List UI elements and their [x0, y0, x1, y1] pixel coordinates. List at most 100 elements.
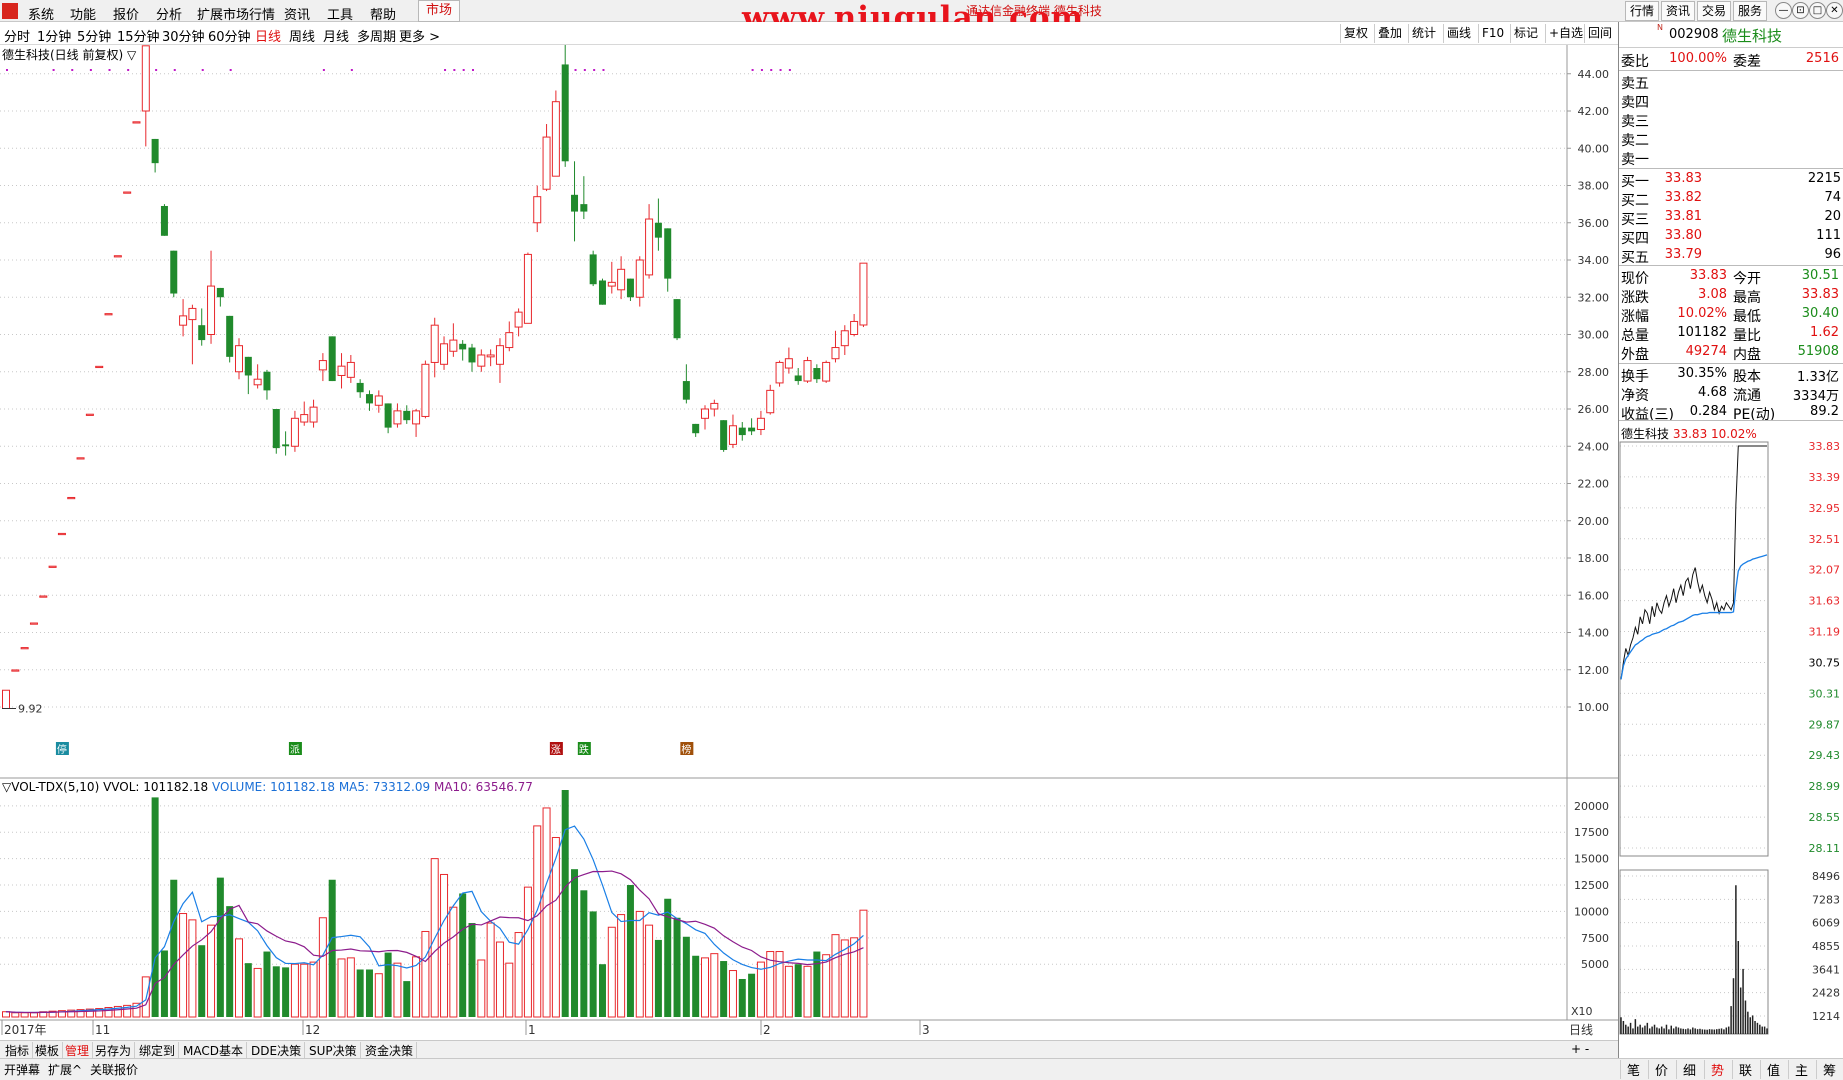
sell-order-row[interactable]: 卖三 [1619, 110, 1843, 130]
tab-dde[interactable]: DDE决策 [248, 1042, 306, 1059]
vol-name[interactable]: ▽VOL-TDX(5,10) [2, 780, 99, 794]
tab-detail[interactable]: 细 [1676, 1060, 1702, 1079]
period-bar: 分时 1分钟 5分钟 15分钟 30分钟 60分钟 日线 周线 月线 多周期 更… [0, 22, 1618, 45]
tab-macd[interactable]: MACD基本 [180, 1042, 247, 1059]
event-dot [583, 69, 586, 71]
candle-body [523, 253, 532, 324]
tab-capital[interactable]: 资金决策 [362, 1042, 418, 1059]
tab-trades[interactable]: 笔 [1620, 1060, 1646, 1079]
candle-body [756, 417, 765, 430]
menu-function[interactable]: 功能 [70, 4, 96, 23]
related-quote-toggle[interactable]: 关联报价 [90, 1061, 138, 1078]
order-price: 33.82 [1664, 190, 1702, 205]
menu-news[interactable]: 资讯 [284, 4, 310, 23]
stock-name[interactable]: 德生科技 [1722, 25, 1782, 46]
tab-chips[interactable]: 筹 [1816, 1060, 1842, 1079]
quote-button[interactable]: 行情 [1625, 1, 1660, 21]
stats-button[interactable]: 统计 [1408, 24, 1439, 43]
app-logo-icon [2, 3, 18, 19]
draw-button[interactable]: 画线 [1443, 24, 1474, 43]
zoom-buttons[interactable]: + - [1568, 1042, 1592, 1056]
period-1min[interactable]: 1分钟 [37, 26, 71, 45]
sell-order-row[interactable]: 卖五 [1619, 72, 1843, 92]
sell-order-row[interactable]: 卖二 [1619, 129, 1843, 149]
menu-help[interactable]: 帮助 [370, 4, 396, 23]
event-marker[interactable]: 榜 [680, 742, 694, 756]
volume-bar [179, 913, 188, 1018]
tab-template[interactable]: 模板 [32, 1042, 64, 1059]
menu-system[interactable]: 系统 [28, 4, 54, 23]
service-button[interactable]: 服务 [1733, 1, 1768, 21]
buy-order-row[interactable]: 买三 33.81 20 [1619, 208, 1843, 228]
close-icon[interactable]: ✕ [1826, 2, 1843, 19]
period-15min[interactable]: 15分钟 [117, 26, 160, 45]
restore-icon[interactable]: ⊡ [1792, 2, 1809, 19]
period-5min[interactable]: 5分钟 [77, 26, 111, 45]
event-marker[interactable]: 跌 [577, 742, 591, 756]
trade-button[interactable]: 交易 [1697, 1, 1732, 21]
stat-value: 4.68 [1698, 385, 1727, 400]
period-60min[interactable]: 60分钟 [208, 26, 251, 45]
sell-order-row[interactable]: 卖一 [1619, 148, 1843, 168]
period-intraday[interactable]: 分时 [4, 26, 30, 45]
f10-button[interactable]: F10 [1478, 24, 1507, 43]
period-monthly[interactable]: 月线 [323, 26, 349, 45]
back-button[interactable]: 回间 [1584, 24, 1615, 43]
maximize-icon[interactable]: □ [1809, 2, 1826, 19]
quote-stat: 涨跌 3.08 [1619, 286, 1731, 306]
order-price: 33.81 [1664, 209, 1702, 224]
volume-bar [720, 961, 728, 1017]
news-button[interactable]: 资讯 [1661, 1, 1696, 21]
buy-order-row[interactable]: 买五 33.79 96 [1619, 246, 1843, 266]
candle-body [542, 136, 551, 190]
candle-body [495, 345, 504, 365]
intraday-chart[interactable]: 33.83 33.39 32.95 32.51 32.07 31.63 31.19 30.75… [1618, 434, 1843, 1046]
tab-main[interactable]: 主 [1788, 1060, 1814, 1079]
menu-tools[interactable]: 工具 [327, 4, 353, 23]
adjust-button[interactable]: 复权 [1340, 24, 1371, 43]
menu-quote[interactable]: 报价 [113, 4, 139, 23]
kline-chart[interactable]: 46.0044.0042.0040.0038.0036.0034.0032.00… [0, 45, 1618, 1040]
volume-bar [728, 970, 737, 1018]
add-watchlist-button[interactable]: +自选 [1545, 24, 1586, 43]
period-30min[interactable]: 30分钟 [162, 26, 205, 45]
period-multi[interactable]: 多周期 [357, 26, 396, 45]
menu-analysis[interactable]: 分析 [156, 4, 182, 23]
tab-sup[interactable]: SUP决策 [306, 1042, 361, 1059]
mark-button[interactable]: 标记 [1510, 24, 1541, 43]
event-marker-label: 跌 [579, 743, 589, 756]
buy-order-row[interactable]: 买一 33.83 2215 [1619, 170, 1843, 190]
period-daily[interactable]: 日线 [255, 26, 281, 45]
event-marker[interactable]: 涨 [549, 742, 563, 756]
period-label: 日线 [1569, 1023, 1593, 1037]
tab-price[interactable]: 价 [1648, 1060, 1674, 1079]
danmaku-toggle[interactable]: 开弹幕 [4, 1061, 40, 1078]
period-weekly[interactable]: 周线 [289, 26, 315, 45]
candle-body [784, 358, 793, 369]
market-button[interactable]: 市场 [418, 0, 460, 22]
tab-indicator[interactable]: 指标 [2, 1042, 34, 1059]
event-marker[interactable]: 停 [55, 742, 69, 756]
candle-body [244, 356, 252, 376]
tab-trend[interactable]: 势 [1704, 1060, 1730, 1079]
buy-order-row[interactable]: 买二 33.82 74 [1619, 189, 1843, 209]
menu-extended-market[interactable]: 扩展市场行情 [197, 4, 275, 23]
stat-label: 量比 [1733, 328, 1761, 344]
tab-bind-to[interactable]: 绑定到 [136, 1042, 180, 1059]
buy-order-row[interactable]: 买四 33.80 111 [1619, 227, 1843, 247]
tab-save-as[interactable]: 另存为 [92, 1042, 136, 1059]
tab-manage[interactable]: 管理 [62, 1042, 94, 1059]
wecha-row: 委差 2516 [1731, 50, 1843, 70]
sell-order-row[interactable]: 卖四 [1619, 91, 1843, 111]
candle-body [318, 360, 327, 371]
event-marker[interactable]: 派 [288, 742, 302, 756]
extension-toggle[interactable]: 扩展^ [48, 1061, 82, 1078]
volume-bar [682, 936, 690, 1017]
tab-value[interactable]: 值 [1760, 1060, 1786, 1079]
minimize-icon[interactable]: — [1775, 2, 1792, 19]
quote-stat: 外盘 49274 [1619, 343, 1731, 363]
period-more[interactable]: 更多 > [399, 26, 440, 45]
tab-link[interactable]: 联 [1732, 1060, 1758, 1079]
candle-body [561, 64, 569, 162]
overlay-button[interactable]: 叠加 [1374, 24, 1405, 43]
